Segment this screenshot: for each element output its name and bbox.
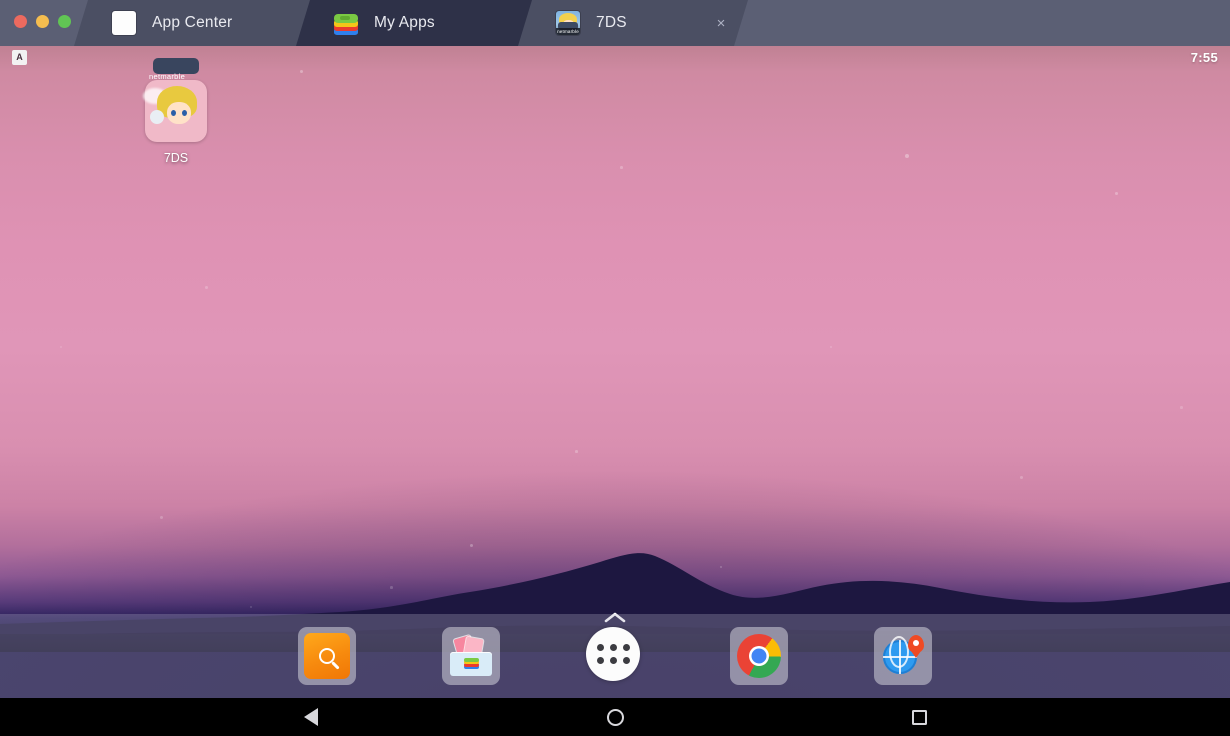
- drawer-dot: [609, 657, 617, 664]
- zoom-window-button[interactable]: [58, 15, 71, 28]
- bluestacks-icon: [334, 11, 358, 35]
- tab-label: App Center: [152, 14, 233, 31]
- drawer-dot: [609, 644, 617, 651]
- dock-item-chrome[interactable]: [730, 627, 788, 685]
- location-pin-icon: [908, 635, 924, 653]
- my-apps-folder-icon: [449, 635, 493, 676]
- tab-content: netmarble 7DS: [518, 0, 627, 46]
- tab-my-apps[interactable]: My Apps: [296, 0, 546, 46]
- dock: [0, 614, 1230, 698]
- close-window-button[interactable]: [14, 15, 27, 28]
- minimize-window-button[interactable]: [36, 15, 49, 28]
- dock-tile: [298, 627, 356, 685]
- bluestacks-icon-layer-green: [334, 14, 358, 23]
- search-icon-lens: [319, 648, 335, 664]
- desktop-icon-tile: netmarble: [143, 58, 207, 142]
- tab-label: 7DS: [596, 14, 627, 31]
- globe-pin-icon: [882, 635, 924, 677]
- tab-7ds[interactable]: netmarble 7DS ×: [518, 0, 748, 46]
- search-icon: [304, 633, 350, 679]
- tab-app-center[interactable]: App Center: [74, 0, 324, 46]
- recents-square-icon: [911, 709, 927, 725]
- bluestacks-window: App Center My Apps netmarble 7DS × A 7:5…: [0, 0, 1230, 736]
- drawer-dot: [596, 644, 604, 651]
- status-bar: A 7:55: [0, 46, 1230, 68]
- app-center-icon-arrow: [112, 11, 122, 28]
- drawer-dot: [622, 657, 630, 664]
- dock-tile: [874, 627, 932, 685]
- back-triangle-icon: [304, 708, 318, 726]
- nav-home-button[interactable]: [598, 700, 632, 734]
- home-circle-icon: [606, 708, 624, 726]
- desktop-icon-label: 7DS: [163, 151, 189, 165]
- dock-item-browser[interactable]: [874, 627, 932, 685]
- tab-bar: App Center My Apps netmarble 7DS ×: [0, 0, 1230, 46]
- bluestacks-icon-layer-green: [464, 658, 479, 662]
- android-screen: A 7:55 netmarble 7DS: [0, 46, 1230, 736]
- drawer-dot: [596, 657, 604, 664]
- app-drawer-icon: [586, 627, 640, 681]
- close-icon[interactable]: ×: [712, 14, 730, 32]
- globe-icon-meridian: [889, 636, 909, 668]
- nav-back-button[interactable]: [294, 700, 328, 734]
- status-bar-clock: 7:55: [1190, 49, 1218, 65]
- android-nav-bar: [0, 698, 1230, 736]
- dock-tile: [442, 627, 500, 685]
- dock-item-app-drawer[interactable]: [586, 627, 644, 685]
- input-method-icon[interactable]: A: [12, 49, 27, 65]
- window-traffic-lights: [14, 15, 71, 28]
- chrome-icon: [737, 634, 781, 678]
- nav-recents-button[interactable]: [902, 700, 936, 734]
- tab-content: My Apps: [296, 0, 435, 46]
- 7ds-icon-brand-band: netmarble: [556, 28, 580, 35]
- app-center-icon: [112, 11, 136, 35]
- dock-item-my-apps[interactable]: [442, 627, 500, 685]
- drawer-dot: [622, 644, 630, 651]
- bluestacks-icon: [464, 658, 479, 669]
- 7ds-game-icon: netmarble: [556, 11, 580, 35]
- dock-item-search[interactable]: [298, 627, 356, 685]
- tab-content: App Center: [74, 0, 232, 46]
- dock-tile: [730, 627, 788, 685]
- tab-label: My Apps: [374, 14, 435, 31]
- desktop-icon-7ds[interactable]: netmarble 7DS: [130, 58, 222, 165]
